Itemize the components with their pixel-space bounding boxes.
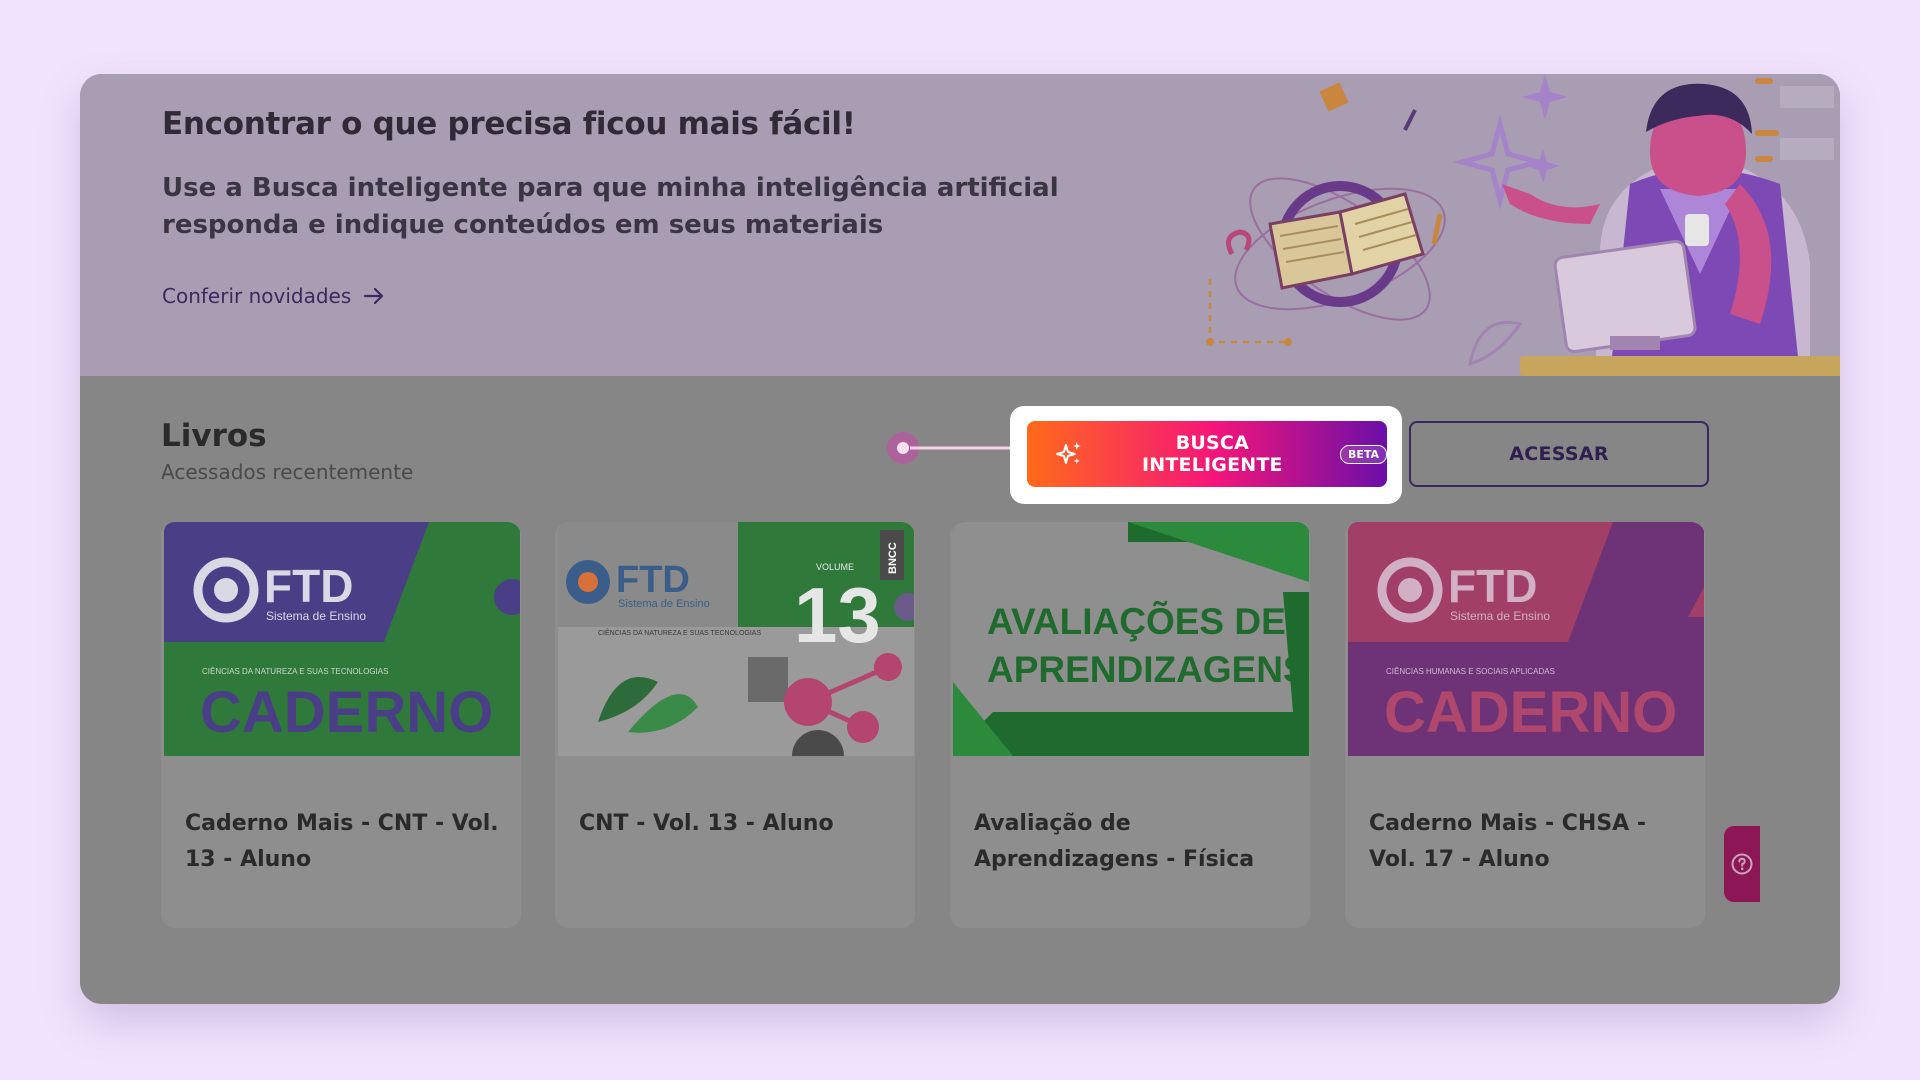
smart-search-label: BUSCA INTELIGENTE [1142, 432, 1283, 476]
announcement-banner: Encontrar o que precisa ficou mais fácil… [80, 74, 1840, 376]
arrow-right-icon [364, 287, 384, 305]
access-button[interactable]: ACESSAR [1409, 421, 1709, 487]
check-news-link[interactable]: Conferir novidades [162, 284, 385, 308]
cover-tag: BNCC [887, 542, 899, 574]
book-cover: AVALIAÇÕES DE APRENDIZAGENS [953, 522, 1309, 756]
book-card[interactable]: FTD Sistema de Ensino CIÊNCIAS HUMANAS E… [1345, 522, 1705, 928]
book-cover: FTD Sistema de Ensino CIÊNCIAS HUMANAS E… [1348, 522, 1704, 756]
book-title: CNT - Vol. 13 - Aluno [579, 811, 834, 836]
check-news-label: Conferir novidades [162, 284, 352, 308]
cover-brand: FTD [264, 560, 353, 612]
smart-search-button[interactable]: BUSCA INTELIGENTE BETA [1027, 421, 1387, 487]
cover-category: CIÊNCIAS HUMANAS E SOCIAIS APLICADAS [1386, 667, 1555, 676]
cover-brand-sub: Sistema de Ensino [266, 609, 366, 623]
cover-brand-sub: Sistema de Ensino [618, 598, 710, 610]
app-window: Encontrar o que precisa ficou mais fácil… [80, 74, 1840, 1004]
cover-category: CIÊNCIAS DA NATUREZA E SUAS TECNOLOGIAS [202, 667, 388, 676]
banner-title: Encontrar o que precisa ficou mais fácil… [162, 106, 856, 142]
book-cover: FTD Sistema de Ensino CIÊNCIAS DA NATURE… [164, 522, 520, 756]
cover-brand: FTD [616, 559, 690, 601]
book-cover: FTD Sistema de Ensino CIÊNCIAS DA NATURE… [558, 522, 914, 756]
cover-volume-number: 13 [794, 571, 881, 659]
cover-word: CADERNO [1384, 680, 1677, 745]
cover-line2: APRENDIZAGENS [987, 649, 1308, 690]
book-title: Caderno Mais - CHSA - Vol. 17 - Aluno [1369, 811, 1646, 872]
book-card[interactable]: FTD Sistema de Ensino CIÊNCIAS DA NATURE… [161, 522, 521, 928]
sparkles-icon [1055, 442, 1081, 464]
book-card[interactable]: AVALIAÇÕES DE APRENDIZAGENS Avaliação de… [950, 522, 1310, 928]
book-title: Avaliação de Aprendizagens - Física [974, 811, 1255, 872]
cover-word: CADERNO [200, 680, 493, 745]
book-card[interactable]: FTD Sistema de Ensino CIÊNCIAS DA NATURE… [555, 522, 915, 928]
section-title: Livros [161, 418, 267, 454]
help-button[interactable] [1724, 826, 1760, 902]
banner-description: Use a Busca inteligente para que minha i… [162, 173, 1059, 240]
cover-line1: AVALIAÇÕES DE [987, 600, 1286, 642]
section-subtitle: Acessados recentemente [161, 460, 414, 484]
assistant-illustration [1206, 74, 1840, 376]
beta-badge: BETA [1339, 444, 1387, 464]
cover-brand: FTD [1448, 560, 1537, 612]
help-circle-icon [1731, 853, 1753, 875]
books-section: Livros Acessados recentemente BUSCA INTE… [80, 376, 1840, 1004]
cover-brand-sub: Sistema de Ensino [1450, 609, 1550, 623]
book-title: Caderno Mais - CNT - Vol. 13 - Aluno [185, 811, 499, 872]
cover-category: CIÊNCIAS DA NATUREZA E SUAS TECNOLOGIAS [598, 628, 761, 637]
smart-search-highlight: BUSCA INTELIGENTE BETA [1010, 406, 1402, 504]
